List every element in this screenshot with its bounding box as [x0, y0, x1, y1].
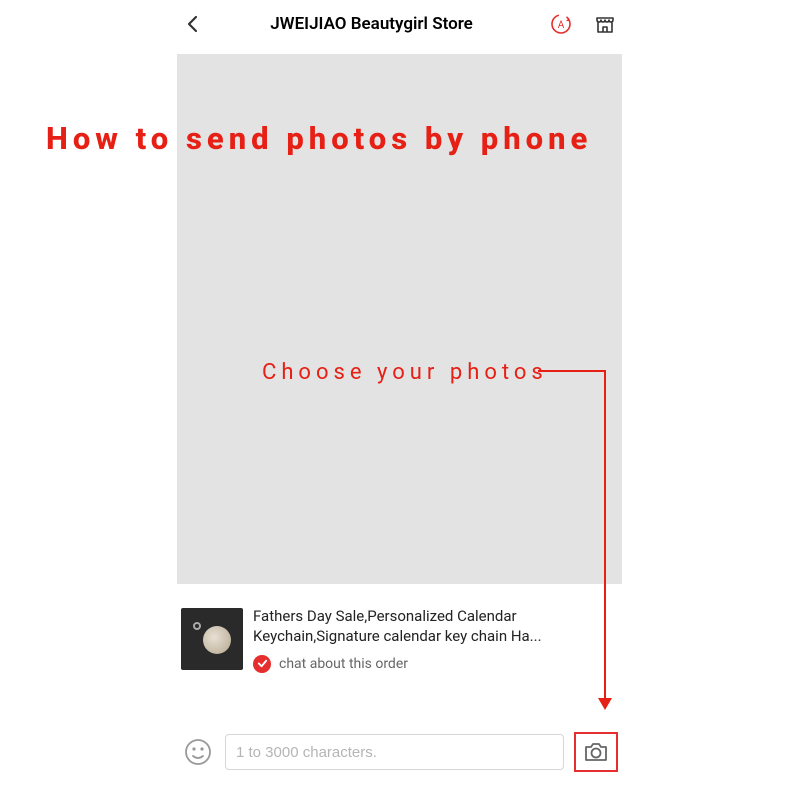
product-info: Fathers Day Sale,Personalized Calendar K…	[253, 608, 618, 673]
product-thumbnail	[181, 608, 243, 670]
message-input[interactable]	[225, 734, 564, 770]
instruction-choose: Choose your photos	[262, 360, 548, 385]
chat-order-label: chat about this order	[279, 656, 408, 672]
arrow-segment	[604, 388, 606, 700]
camera-button[interactable]	[574, 732, 618, 772]
back-icon[interactable]	[181, 12, 205, 36]
arrow-segment	[538, 370, 605, 372]
store-icon[interactable]	[592, 11, 618, 37]
emoji-icon[interactable]	[181, 735, 215, 769]
svg-text:A: A	[558, 20, 565, 31]
instruction-title: How to send photos by phone	[46, 120, 592, 157]
refresh-icon[interactable]: A	[548, 11, 574, 37]
product-title: Fathers Day Sale,Personalized Calendar K…	[253, 606, 618, 647]
camera-icon	[582, 740, 610, 764]
page-title: JWEIJIAO Beautygirl Store	[203, 14, 540, 34]
header-bar: JWEIJIAO Beautygirl Store A	[167, 0, 632, 48]
arrow-segment	[604, 370, 606, 390]
product-card[interactable]: Fathers Day Sale,Personalized Calendar K…	[181, 608, 618, 673]
arrow-head-icon	[598, 698, 612, 710]
check-icon	[253, 655, 271, 673]
message-input-bar	[167, 732, 632, 772]
chat-order-toggle[interactable]: chat about this order	[253, 655, 618, 673]
